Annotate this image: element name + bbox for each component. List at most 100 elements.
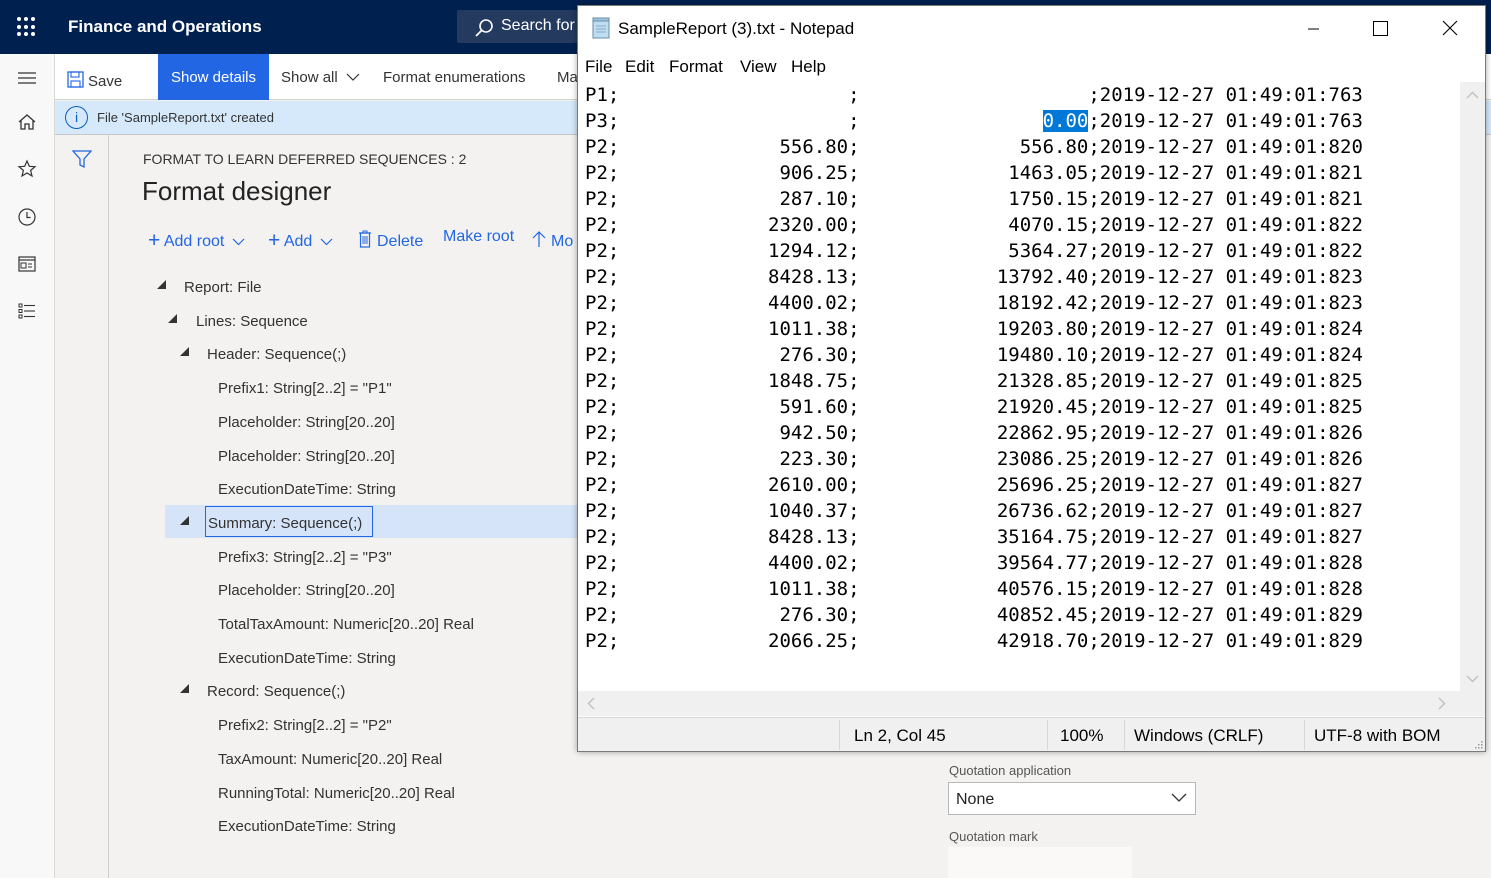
tree-node[interactable]: Prefix1: String[2..2] = "P1" <box>140 374 570 406</box>
tree-node[interactable]: ExecutionDateTime: String <box>140 644 570 676</box>
tree-node[interactable]: Prefix2: String[2..2] = "P2" <box>140 711 570 743</box>
line-total-padding <box>860 604 997 626</box>
line-total-padding <box>860 344 997 366</box>
line-prefix: P2; <box>585 344 620 366</box>
vertical-scrollbar[interactable] <box>1460 82 1485 691</box>
notepad-app-icon <box>592 17 610 39</box>
add-root-label: Add root <box>163 233 225 250</box>
text-line: P2; 591.60; 21920.45;2019-12-27 01:49:01… <box>585 394 1363 420</box>
line-amount: 8428.13; <box>619 266 860 288</box>
tree-node[interactable]: TaxAmount: Numeric[20..20] Real <box>140 745 570 777</box>
home-icon[interactable] <box>17 112 37 132</box>
scroll-down-arrow-icon[interactable] <box>1460 669 1485 689</box>
menu-help[interactable]: Help <box>791 57 826 77</box>
line-amount: 4400.02; <box>619 552 860 574</box>
line-amount: 1011.38; <box>619 578 860 600</box>
tree-node[interactable]: Report: File <box>140 273 570 305</box>
line-amount: 1011.38; <box>619 318 860 340</box>
line-total-padding <box>860 422 997 444</box>
line-timestamp: ;2019-12-27 01:49:01:828 <box>1088 578 1363 600</box>
delete-button[interactable]: Delete <box>358 228 423 251</box>
line-total: 21328.85 <box>996 370 1089 392</box>
quotation-mark-input[interactable] <box>948 847 1132 878</box>
line-total: 18192.42 <box>996 292 1089 314</box>
close-button[interactable] <box>1427 6 1473 51</box>
line-total-padding <box>860 318 997 340</box>
menu-view[interactable]: View <box>740 57 777 77</box>
expand-triangle-icon[interactable] <box>180 515 189 525</box>
text-line: P2; 276.30; 40852.45;2019-12-27 01:49:01… <box>585 602 1363 628</box>
scroll-up-arrow-icon[interactable] <box>1460 85 1485 105</box>
format-enumerations-button[interactable]: Format enumerations <box>383 54 526 100</box>
expand-triangle-icon[interactable] <box>180 347 189 357</box>
show-all-dropdown[interactable]: Show all <box>281 54 360 100</box>
search-icon <box>475 19 493 37</box>
save-button[interactable]: Save <box>67 54 122 100</box>
tree-node[interactable]: ExecutionDateTime: String <box>140 475 570 507</box>
tree-node[interactable]: Summary: Sequence(;) <box>140 509 570 541</box>
app-launcher-icon[interactable] <box>17 17 37 37</box>
expand-triangle-icon[interactable] <box>168 313 177 323</box>
minimize-button[interactable] <box>1290 6 1336 51</box>
tree-node[interactable]: TotalTaxAmount: Numeric[20..20] Real <box>140 610 570 642</box>
line-total: 25696.25 <box>996 474 1089 496</box>
move-up-button[interactable]: Mo <box>532 228 573 251</box>
page-caption: FORMAT TO LEARN DEFERRED SEQUENCES : 2 <box>143 151 467 167</box>
text-line: P3; ; 0.00;2019-12-27 01:49:01:763 <box>585 108 1363 134</box>
tree-node[interactable]: Record: Sequence(;) <box>140 677 570 709</box>
line-total-padding <box>860 474 997 496</box>
menu-format[interactable]: Format <box>669 57 723 77</box>
tree-node[interactable]: Lines: Sequence <box>140 307 570 339</box>
text-line: P2; 1011.38; 19203.80;2019-12-27 01:49:0… <box>585 316 1363 342</box>
add-button[interactable]: + Add <box>268 228 333 252</box>
scroll-left-arrow-icon[interactable] <box>581 691 601 716</box>
show-details-button[interactable]: Show details <box>158 54 269 100</box>
workspaces-icon[interactable] <box>17 254 37 274</box>
search-input[interactable]: Search for <box>457 10 597 43</box>
line-ending: Windows (CRLF) <box>1134 726 1264 745</box>
tree-node-label: Prefix2: String[2..2] = "P2" <box>218 717 392 735</box>
tree-node[interactable]: Placeholder: String[20..20] <box>140 576 570 608</box>
scroll-right-arrow-icon[interactable] <box>1432 691 1452 716</box>
expand-triangle-icon[interactable] <box>157 280 166 289</box>
tree-node[interactable]: ExecutionDateTime: String <box>140 812 570 844</box>
filter-icon[interactable] <box>72 149 92 169</box>
recent-clock-icon[interactable] <box>17 207 37 227</box>
favorites-star-icon[interactable] <box>17 159 37 179</box>
maximize-button[interactable] <box>1356 6 1402 51</box>
line-timestamp: ;2019-12-27 01:49:01:825 <box>1088 370 1363 392</box>
line-prefix: P2; <box>585 552 620 574</box>
line-timestamp: ;2019-12-27 01:49:01:829 <box>1088 604 1363 626</box>
notepad-title-bar[interactable]: SampleReport (3).txt - Notepad <box>578 6 1485 51</box>
line-prefix: P2; <box>585 474 620 496</box>
mapping-button-truncated[interactable]: Ma <box>557 54 578 100</box>
chevron-down-icon <box>1171 793 1187 802</box>
tree-node-label: ExecutionDateTime: String <box>218 481 396 499</box>
line-prefix: P2; <box>585 266 620 288</box>
line-total: 35164.75 <box>996 526 1089 548</box>
menu-icon[interactable] <box>17 68 37 88</box>
make-root-button[interactable]: Make root <box>443 228 514 246</box>
resize-grip-icon[interactable] <box>1473 739 1483 749</box>
line-total: 40576.15 <box>996 578 1089 600</box>
notepad-text-area[interactable]: P1; ; ;2019-12-27 01:49:01:763 P3; ; 0.00… <box>578 82 1460 691</box>
add-root-button[interactable]: + Add root <box>148 228 245 252</box>
search-placeholder: Search for <box>501 17 575 34</box>
tree-node[interactable]: RunningTotal: Numeric[20..20] Real <box>140 779 570 811</box>
line-total-padding <box>860 214 1009 236</box>
tree-node[interactable]: Prefix3: String[2..2] = "P3" <box>140 543 570 575</box>
expand-triangle-icon[interactable] <box>180 684 189 694</box>
tree-node[interactable]: Placeholder: String[20..20] <box>140 408 570 440</box>
tree-node[interactable]: Placeholder: String[20..20] <box>140 442 570 474</box>
menu-file[interactable]: File <box>585 57 612 77</box>
line-timestamp: ;2019-12-27 01:49:01:821 <box>1088 188 1363 210</box>
encoding: UTF-8 with BOM <box>1314 726 1441 745</box>
horizontal-scrollbar[interactable] <box>578 691 1460 716</box>
line-timestamp: ;2019-12-27 01:49:01:826 <box>1088 422 1363 444</box>
modules-list-icon[interactable] <box>17 301 37 321</box>
tree-node[interactable]: Header: Sequence(;) <box>140 340 570 372</box>
text-line: P2; 1294.12; 5364.27;2019-12-27 01:49:01… <box>585 238 1363 264</box>
line-timestamp: ;2019-12-27 01:49:01:824 <box>1088 318 1363 340</box>
menu-edit[interactable]: Edit <box>625 57 654 77</box>
quotation-application-select[interactable]: None <box>948 782 1196 815</box>
